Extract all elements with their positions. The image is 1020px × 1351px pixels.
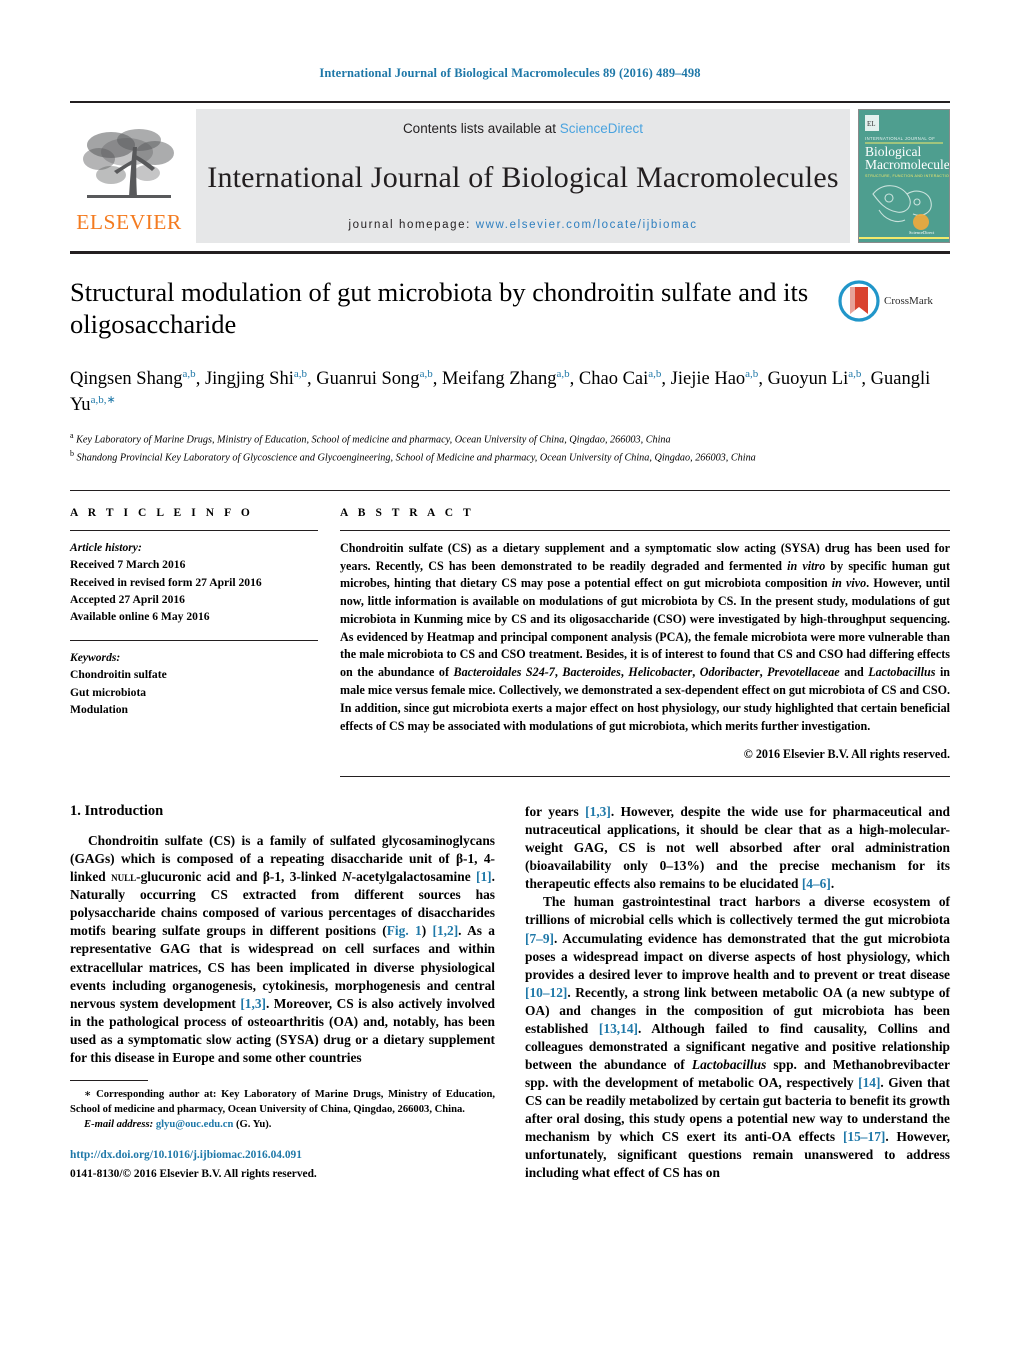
divider: [70, 529, 318, 531]
author-affiliation-marker: a,b: [848, 367, 862, 380]
svg-text:EL: EL: [867, 120, 876, 128]
page-footer-left: ∗ Corresponding author at: Key Laborator…: [70, 1080, 495, 1182]
elsevier-wordmark: ELSEVIER: [76, 209, 182, 234]
intro-paragraph-left: Chondroitin sulfate (CS) is a family of …: [70, 833, 496, 1065]
article-info-column: A R T I C L E I N F O Article history: R…: [70, 507, 340, 777]
doi-block: http://dx.doi.org/10.1016/j.ijbiomac.201…: [70, 1148, 495, 1182]
abstract-text: Chondroitin sulfate (CS) as a dietary su…: [340, 540, 951, 733]
divider: [340, 529, 950, 531]
author-affiliation-marker: a,b: [648, 367, 662, 380]
keyword-item: Chondroitin sulfate: [70, 668, 167, 682]
title-area: Structural modulation of gut microbiota …: [70, 276, 950, 350]
issn-copyright-line: 0141-8130/© 2016 Elsevier B.V. All right…: [70, 1167, 317, 1180]
email-note: E-mail address: glyu@ouc.edu.cn (G. Yu).: [70, 1118, 495, 1133]
keywords-block: Keywords: Chondroitin sulfate Gut microbi…: [70, 639, 318, 719]
journal-article-page: International Journal of Biological Macr…: [0, 0, 1020, 1351]
info-abstract-block: A R T I C L E I N F O Article history: R…: [70, 489, 951, 778]
keyword-item: Modulation: [70, 703, 128, 716]
article-history-lines: Received 7 March 2016 Received in revised…: [70, 556, 318, 626]
journal-homepage-link[interactable]: www.elsevier.com/locate/ijbiomac: [476, 219, 698, 231]
svg-text:INTERNATIONAL JOURNAL OF: INTERNATIONAL JOURNAL OF: [865, 136, 935, 141]
email-owner: (G. Yu).: [236, 1118, 272, 1130]
affiliation-item: b Shandong Provincial Key Laboratory of …: [70, 448, 950, 466]
author-name: Guanrui Song: [316, 369, 420, 389]
masthead-center-panel: Contents lists available at ScienceDirec…: [196, 109, 850, 243]
sciencedirect-link[interactable]: ScienceDirect: [560, 121, 643, 136]
author-affiliation-marker: a,b: [419, 367, 433, 380]
article-history-item: Received in revised form 27 April 2016: [70, 575, 262, 589]
intro-paragraph-right-2: The human gastrointestinal tract harbors…: [525, 894, 951, 1180]
article-history-block: Article history: Received 7 March 2016 Re…: [70, 539, 318, 626]
author-name: Jingjing Shi: [204, 369, 294, 389]
article-history-label: Article history:: [70, 540, 142, 554]
body-column-right: for years [1,3]. However, despite the wi…: [525, 803, 950, 1182]
footnote-rule: [70, 1080, 148, 1082]
author-name: Jiejie Hao: [670, 369, 746, 389]
homepage-prefix: journal homepage:: [348, 219, 476, 231]
elsevier-logo: ELSEVIER: [70, 103, 188, 251]
affiliation-marker: b: [70, 448, 74, 458]
journal-cover-art: EL INTERNATIONAL JOURNAL OF Biological M…: [859, 110, 949, 242]
keywords-lines: Chondroitin sulfate Gut microbiota Modulat…: [70, 666, 318, 718]
affiliation-text: Shandong Provincial Key Laboratory of Gl…: [76, 452, 756, 464]
doi-link[interactable]: http://dx.doi.org/10.1016/j.ijbiomac.201…: [70, 1148, 495, 1163]
author-name: Guoyun Li: [767, 369, 849, 389]
intro-paragraph-right-1: for years [1,3]. However, despite the wi…: [525, 804, 950, 892]
crossmark-label: CrossMark: [884, 295, 933, 307]
crossmark-badge[interactable]: CrossMark: [838, 280, 950, 322]
article-info-heading: A R T I C L E I N F O: [70, 506, 254, 519]
body-columns: 1. Introduction Chondroitin sulfate (CS)…: [70, 803, 950, 1182]
svg-text:Macromolecules: Macromolecules: [865, 157, 949, 172]
author-name: Qingsen Shang: [70, 369, 183, 389]
contents-list-line: Contents lists available at ScienceDirec…: [403, 121, 643, 136]
author-affiliation-marker: a,b,∗: [90, 394, 116, 407]
svg-text:STRUCTURE, FUNCTION AND INTERA: STRUCTURE, FUNCTION AND INTERACTIONS: [865, 174, 949, 178]
section-heading-introduction: 1. Introduction: [70, 803, 164, 820]
author-affiliation-marker: a,b: [745, 367, 759, 380]
keyword-item: Gut microbiota: [70, 685, 147, 699]
affiliation-item: a Key Laboratory of Marine Drugs, Minist…: [70, 430, 950, 448]
author-affiliation-marker: a,b: [293, 367, 308, 380]
contents-prefix: Contents lists available at: [402, 121, 560, 136]
running-head: International Journal of Biological Macr…: [319, 66, 701, 80]
affiliation-text: Key Laboratory of Marine Drugs, Ministry…: [76, 433, 671, 445]
divider: [340, 776, 950, 778]
email-label: E-mail address:: [84, 1118, 154, 1130]
abstract-column: A B S T R A C T Chondroitin sulfate (CS)…: [340, 506, 951, 778]
article-history-item: Available online 6 May 2016: [70, 610, 210, 624]
affiliation-list: a Key Laboratory of Marine Drugs, Minist…: [70, 430, 950, 466]
body-column-left: 1. Introduction Chondroitin sulfate (CS)…: [70, 803, 495, 1182]
author-name: Chao Cai: [578, 369, 649, 389]
author-affiliation-marker: a,b: [182, 367, 196, 380]
keywords-label: Keywords:: [70, 650, 121, 664]
abstract-heading: A B S T R A C T: [340, 506, 475, 519]
corresponding-author-note: ∗ Corresponding author at: Key Laborator…: [70, 1089, 495, 1115]
svg-text:ScienceDirect: ScienceDirect: [909, 230, 935, 235]
divider: [70, 639, 318, 641]
author-list: Qingsen Shanga,b, Jingjing Shia,b, Guanr…: [70, 367, 931, 416]
abstract-copyright: © 2016 Elsevier B.V. All rights reserved…: [743, 747, 950, 762]
affiliation-marker: a: [70, 430, 74, 440]
crossmark-icon: [838, 280, 880, 322]
email-link[interactable]: glyu@ouc.edu.cn: [156, 1119, 234, 1130]
author-name: Meifang Zhang: [441, 369, 557, 389]
journal-homepage-line: journal homepage: www.elsevier.com/locat…: [348, 219, 697, 231]
page-title: Structural modulation of gut microbiota …: [70, 277, 809, 340]
elsevier-tree-icon: [83, 128, 174, 198]
article-history-item: Accepted 27 April 2016: [70, 593, 185, 607]
journal-cover-thumbnail[interactable]: EL INTERNATIONAL JOURNAL OF Biological M…: [858, 109, 950, 243]
journal-title: International Journal of Biological Macr…: [207, 160, 839, 194]
journal-masthead: ELSEVIER Contents lists available at Sci…: [70, 101, 950, 254]
author-affiliation-marker: a,b: [556, 367, 570, 380]
article-history-item: Received 7 March 2016: [70, 558, 186, 572]
